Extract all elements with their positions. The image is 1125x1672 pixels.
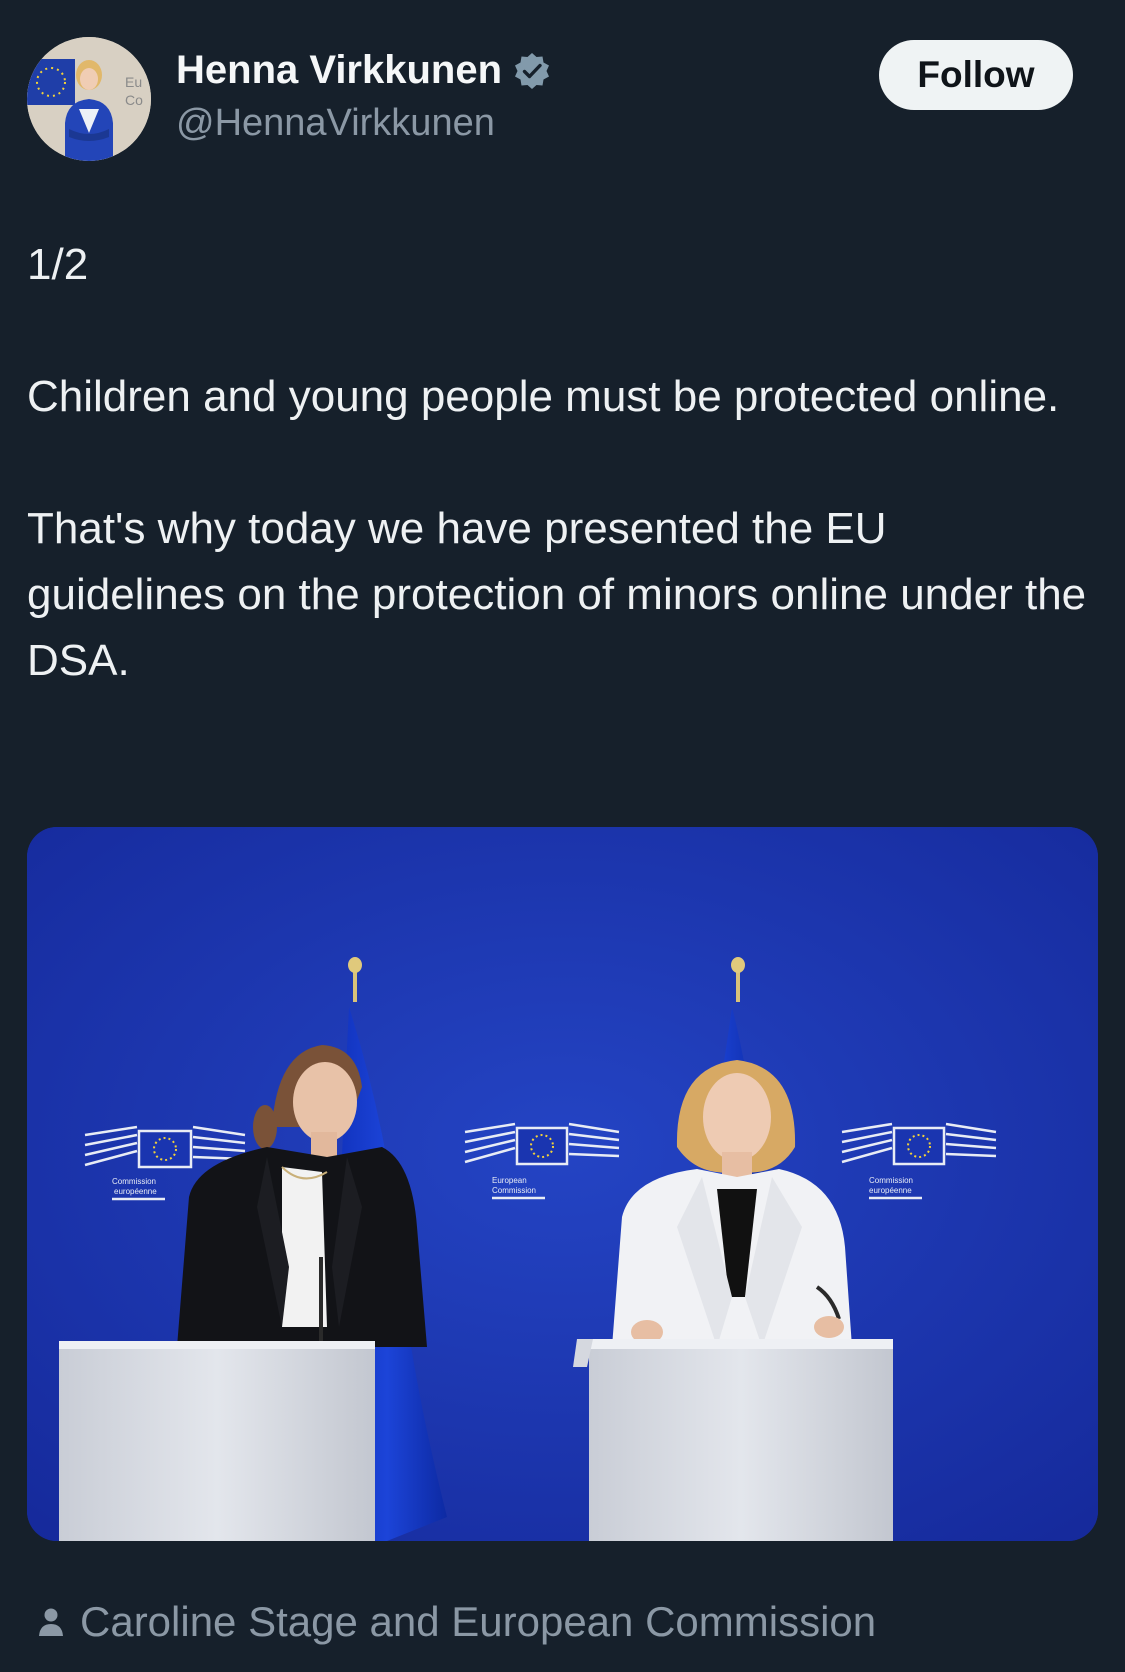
logo-center-line-1: European	[492, 1176, 527, 1185]
tweet-body: 1/2 Children and young people must be pr…	[27, 232, 1087, 694]
tagged-people-text[interactable]: Caroline Stage and European Commission	[80, 1598, 876, 1646]
author-name-text[interactable]: Henna Virkkunen	[176, 48, 502, 93]
logo-left-line-2: européenne	[114, 1187, 157, 1196]
logo-left-line-1: Commission	[112, 1177, 156, 1186]
logo-center-line-2: Commission	[492, 1186, 536, 1195]
podium-left	[59, 1341, 375, 1541]
tweet-paragraph: 1/2	[27, 240, 89, 289]
avatar-badge-text-2: Co	[125, 92, 143, 108]
podium-right	[573, 1339, 893, 1541]
tweet-paragraph: That's why today we have presented the E…	[27, 504, 1087, 685]
logo-right-line-2: européenne	[869, 1186, 912, 1195]
verified-badge-icon	[512, 51, 552, 91]
tweet-paragraph: Children and young people must be protec…	[27, 372, 1060, 421]
author-avatar[interactable]: Eu Co	[27, 37, 151, 161]
author-handle[interactable]: @HennaVirkkunen	[176, 102, 495, 145]
follow-button[interactable]: Follow	[879, 40, 1073, 110]
tweet-header: Eu Co Henna Virkkunen @HennaVirkkunen Fo…	[0, 0, 1125, 190]
tweet-photo[interactable]: Commission européenne European Commissio…	[27, 827, 1098, 1541]
avatar-badge-text-1: Eu	[125, 74, 142, 90]
author-name[interactable]: Henna Virkkunen	[176, 48, 552, 93]
person-icon	[34, 1605, 68, 1639]
tagged-people[interactable]: Caroline Stage and European Commission	[34, 1598, 876, 1646]
logo-right-line-1: Commission	[869, 1176, 913, 1185]
